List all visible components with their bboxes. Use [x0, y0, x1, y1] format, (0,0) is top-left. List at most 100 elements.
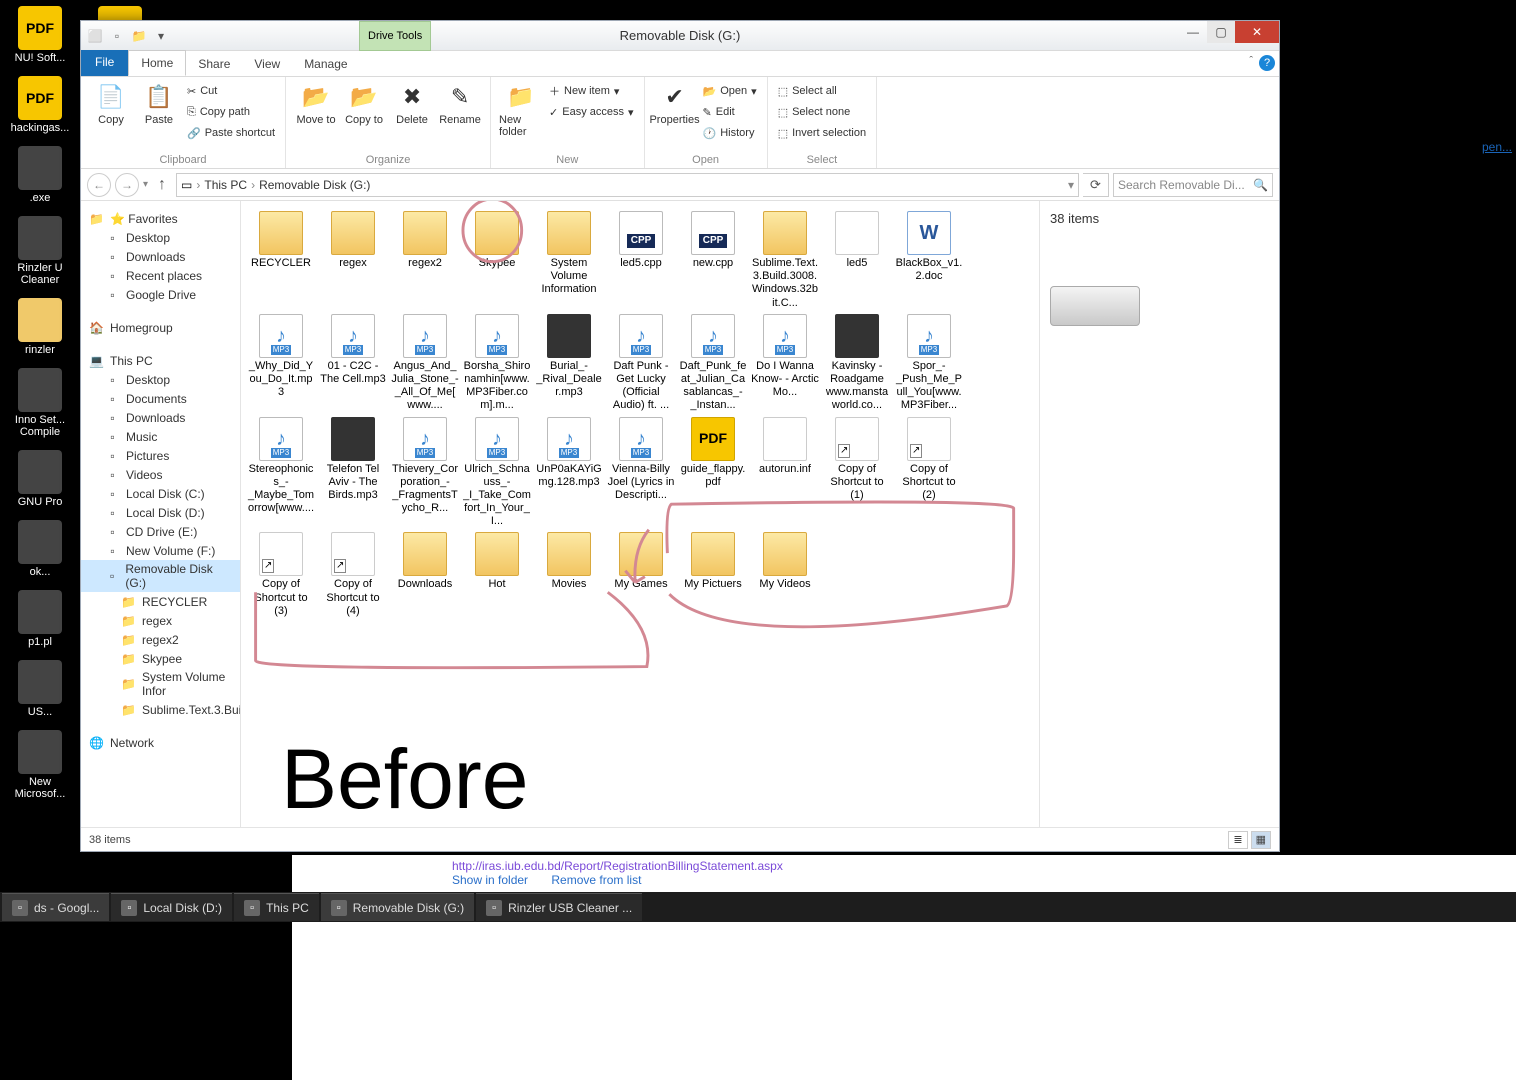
file-item[interactable]: regex2 [391, 211, 459, 310]
easy-access-button[interactable]: ✓ Easy access ▾ [547, 102, 636, 122]
file-item[interactable]: UnP0aKAYiGmg.128.mp3 [535, 417, 603, 529]
nav-subitem[interactable]: 📁regex2 [81, 630, 240, 649]
nav-subitem[interactable]: 📁Skypee [81, 649, 240, 668]
desktop-icon[interactable]: GNU Pro [4, 448, 76, 510]
file-item[interactable]: Copy of Shortcut to (1) [823, 417, 891, 529]
desktop-icon[interactable]: p1.pl [4, 588, 76, 650]
breadcrumb-bar[interactable]: ▭ › This PC › Removable Disk (G:) ▾ [176, 173, 1079, 197]
background-url[interactable]: http://iras.iub.edu.bd/Report/Registrati… [452, 859, 783, 873]
forward-button[interactable]: → [115, 173, 139, 197]
file-item[interactable]: Copy of Shortcut to (3) [247, 532, 315, 618]
remove-from-list-link[interactable]: Remove from list [551, 873, 641, 887]
file-item[interactable]: Burial_-_Rival_Dealer.mp3 [535, 314, 603, 413]
nav-item[interactable]: ▫Local Disk (C:) [81, 484, 240, 503]
nav-thispc[interactable]: 💻This PC [81, 351, 240, 370]
nav-item[interactable]: ▫Videos [81, 465, 240, 484]
file-item[interactable]: Vienna-Billy Joel (Lyrics in Descripti..… [607, 417, 675, 529]
file-item[interactable]: autorun.inf [751, 417, 819, 529]
desktop-icon[interactable]: PDFhackingas... [4, 74, 76, 136]
file-item[interactable]: led5.cpp [607, 211, 675, 310]
taskbar-item[interactable]: ▫Rinzler USB Cleaner ... [476, 893, 642, 921]
file-item[interactable]: Stereophonics_-_Maybe_Tomorrow[www.... [247, 417, 315, 529]
help-icon[interactable]: ? [1259, 55, 1275, 71]
nav-item[interactable]: ▫Local Disk (D:) [81, 503, 240, 522]
rename-button[interactable]: ✎Rename [438, 81, 482, 126]
search-input[interactable]: Search Removable Di... 🔍 [1113, 173, 1273, 197]
maximize-button[interactable]: ▢ [1207, 21, 1235, 43]
file-item[interactable]: Skypee [463, 211, 531, 310]
properties-icon[interactable]: ▫ [109, 28, 125, 44]
nav-subitem[interactable]: 📁RECYCLER [81, 592, 240, 611]
select-all-button[interactable]: ⬚ Select all [776, 81, 868, 101]
taskbar-item[interactable]: ▫Removable Disk (G:) [321, 893, 474, 921]
file-item[interactable]: Telefon Tel Aviv - The Birds.mp3 [319, 417, 387, 529]
nav-item[interactable]: ▫Downloads [81, 247, 240, 266]
file-item[interactable]: _Why_Did_You_Do_It.mp3 [247, 314, 315, 413]
taskbar-item[interactable]: ▫This PC [234, 893, 319, 921]
file-item[interactable]: Movies [535, 532, 603, 618]
up-button[interactable]: ↑ [152, 176, 172, 194]
file-view[interactable]: Before RECYCLERregexregex2SkypeeSystem V… [241, 201, 1039, 827]
select-none-button[interactable]: ⬚ Select none [776, 102, 868, 122]
copy-button[interactable]: 📄Copy [89, 81, 133, 126]
paste-button[interactable]: 📋Paste [137, 81, 181, 126]
desktop-icon[interactable]: .exe [4, 144, 76, 206]
details-view-icon[interactable]: ≣ [1228, 831, 1247, 849]
file-item[interactable]: RECYCLER [247, 211, 315, 310]
close-button[interactable]: ✕ [1235, 21, 1279, 43]
corner-link[interactable]: pen... [1482, 140, 1512, 154]
nav-item[interactable]: ▫Removable Disk (G:) [81, 560, 240, 592]
nav-item[interactable]: ▫Recent places [81, 266, 240, 285]
file-item[interactable]: Downloads [391, 532, 459, 618]
file-item[interactable]: regex [319, 211, 387, 310]
file-item[interactable]: BlackBox_v1.2.doc [895, 211, 963, 310]
file-item[interactable]: Daft_Punk_feat_Julian_Casablancas_-_Inst… [679, 314, 747, 413]
folder-icon[interactable]: 📁 [131, 28, 147, 44]
desktop-icon[interactable]: PDFNU! Soft... [4, 4, 76, 66]
file-item[interactable]: Sublime.Text.3.Build.3008.Windows.32bit.… [751, 211, 819, 310]
new-folder-button[interactable]: 📁New folder [499, 81, 543, 138]
nav-subitem[interactable]: 📁regex [81, 611, 240, 630]
nav-section-head[interactable]: 📁⭐ Favorites [81, 209, 240, 228]
refresh-button[interactable]: ⟳ [1083, 173, 1109, 197]
file-tab[interactable]: File [81, 50, 128, 76]
taskbar-item[interactable]: ▫ds - Googl... [2, 893, 109, 921]
tab-manage[interactable]: Manage [292, 52, 359, 76]
file-item[interactable]: Copy of Shortcut to (4) [319, 532, 387, 618]
copy-path-button[interactable]: ⎘ Copy path [185, 102, 277, 122]
file-item[interactable]: My Games [607, 532, 675, 618]
nav-item[interactable]: ▫New Volume (F:) [81, 541, 240, 560]
file-item[interactable]: Angus_And_Julia_Stone_-_All_Of_Me[www...… [391, 314, 459, 413]
file-item[interactable]: Thievery_Corporation_-_FragmentsTycho_R.… [391, 417, 459, 529]
address-dropdown-icon[interactable]: ▾ [1068, 178, 1074, 192]
file-item[interactable]: Hot [463, 532, 531, 618]
file-item[interactable]: Copy of Shortcut to (2) [895, 417, 963, 529]
nav-network[interactable]: 🌐Network [81, 733, 240, 752]
file-item[interactable]: Do I Wanna Know- - Arctic Mo... [751, 314, 819, 413]
desktop-icon[interactable]: New Microsof... [4, 728, 76, 802]
cut-button[interactable]: ✂ Cut [185, 81, 277, 101]
nav-item[interactable]: ▫Desktop [81, 370, 240, 389]
nav-subitem[interactable]: 📁System Volume Infor [81, 668, 240, 700]
edit-button[interactable]: ✎ Edit [701, 102, 759, 122]
file-item[interactable]: Ulrich_Schnauss_-_I_Take_Comfort_In_Your… [463, 417, 531, 529]
recent-dropdown-icon[interactable]: ▾ [143, 179, 148, 190]
file-item[interactable]: PDFguide_flappy.pdf [679, 417, 747, 529]
icons-view-icon[interactable]: ▦ [1251, 831, 1271, 849]
open-button[interactable]: 📂 Open ▾ [701, 81, 759, 101]
file-item[interactable]: Borsha_Shironamhin[www.MP3Fiber.com].m..… [463, 314, 531, 413]
ribbon-collapse-icon[interactable]: ˆ [1249, 55, 1253, 71]
chevron-down-icon[interactable]: ▾ [153, 28, 169, 44]
file-item[interactable]: 01 - C2C - The Cell.mp3 [319, 314, 387, 413]
tab-share[interactable]: Share [186, 52, 242, 76]
file-item[interactable]: Daft Punk - Get Lucky (Official Audio) f… [607, 314, 675, 413]
back-button[interactable]: ← [87, 173, 111, 197]
desktop-icon[interactable]: ok... [4, 518, 76, 580]
file-item[interactable]: My Pictuers [679, 532, 747, 618]
breadcrumb-item[interactable]: This PC [204, 178, 247, 192]
navigation-pane[interactable]: 📁⭐ Favorites ▫Desktop ▫Downloads▫Recent pl… [81, 201, 241, 827]
new-item-button[interactable]: ＋ New item ▾ [547, 81, 636, 101]
desktop-icon[interactable]: US... [4, 658, 76, 720]
minimize-button[interactable]: — [1179, 21, 1207, 43]
desktop-icon[interactable]: Rinzler U Cleaner [4, 214, 76, 288]
